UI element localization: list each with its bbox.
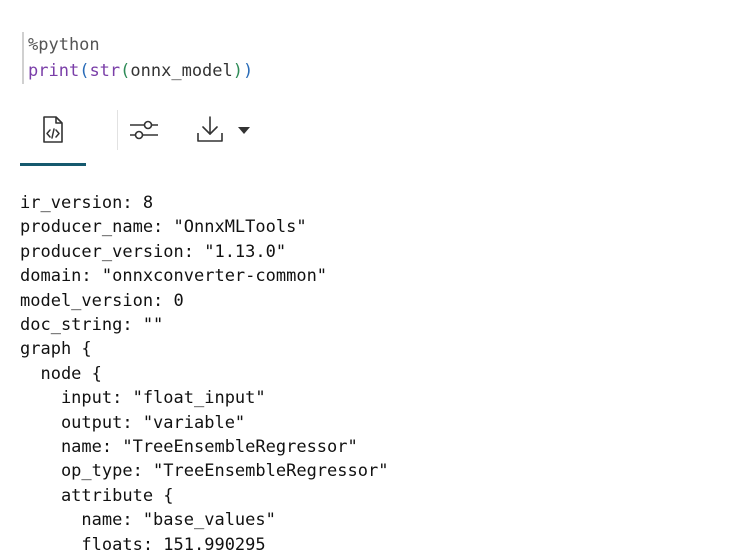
output-line: domain: "onnxconverter-common" — [20, 266, 328, 287]
close-paren: ) — [243, 61, 254, 81]
output-line: floats: 151.990295 — [20, 534, 266, 555]
output-line: doc_string: "" — [20, 315, 164, 336]
chevron-down-icon[interactable] — [237, 125, 251, 135]
output-line: output: "variable" — [20, 412, 246, 433]
download-icon — [195, 114, 229, 146]
active-tab-indicator — [20, 163, 86, 166]
output-line: producer_version: "1.13.0" — [20, 241, 287, 262]
output-line: attribute { — [20, 485, 174, 506]
output-line: input: "float_input" — [20, 388, 266, 409]
open-paren-inner: ( — [120, 61, 131, 81]
open-paren: ( — [79, 61, 90, 81]
code-cell-input[interactable]: %python print(str(onnx_model)) — [22, 32, 722, 84]
magic-command: %python — [28, 35, 100, 55]
output-line: graph { — [20, 339, 92, 360]
toolbar-divider — [117, 110, 118, 150]
output-line: producer_name: "OnnxMLTools" — [20, 217, 307, 238]
output-line: node { — [20, 363, 102, 384]
output-line: model_version: 0 — [20, 290, 184, 311]
code-line: print(str(onnx_model)) — [28, 58, 722, 84]
output-line: op_type: "TreeEnsembleRegressor" — [20, 461, 389, 482]
code-argument: onnx_model — [130, 61, 233, 81]
output-line: name: "TreeEnsembleRegressor" — [20, 437, 358, 458]
code-file-icon — [39, 115, 67, 145]
magic-command-line: %python — [28, 32, 722, 58]
tab-code-view[interactable] — [20, 106, 86, 154]
print-function: print — [28, 61, 80, 81]
output-line: ir_version: 8 — [20, 193, 154, 213]
output-toolbar — [20, 106, 280, 168]
close-paren-inner: ) — [232, 61, 244, 81]
settings-sliders-icon — [128, 117, 160, 143]
download-button[interactable] — [188, 106, 258, 154]
output-line: name: "base_values" — [20, 510, 276, 531]
str-function: str — [89, 61, 121, 81]
tab-settings[interactable] — [124, 106, 164, 154]
cell-output: ir_version: 8 producer_name: "OnnxMLTool… — [20, 191, 740, 560]
